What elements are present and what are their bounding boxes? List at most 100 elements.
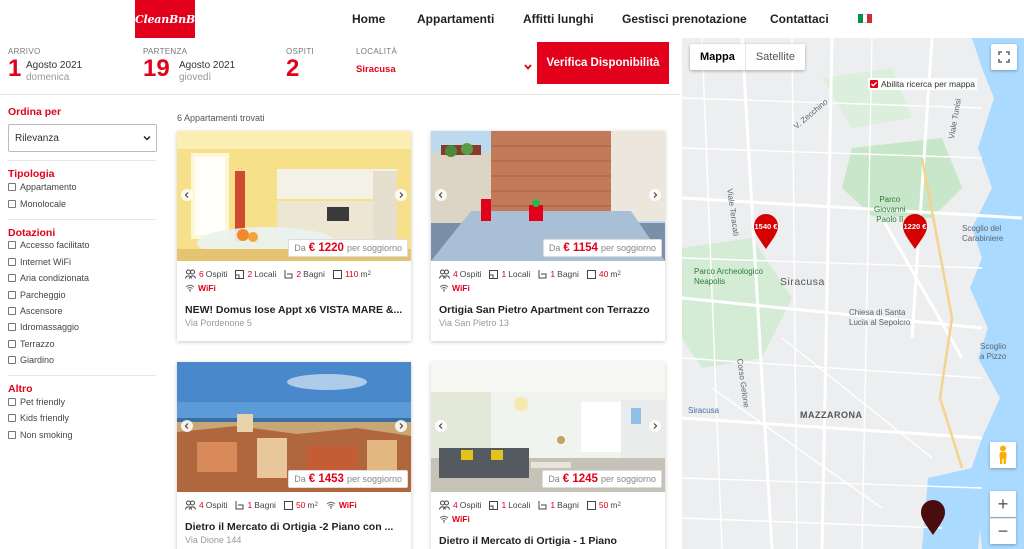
checkbox[interactable] (8, 200, 16, 208)
checkbox[interactable] (8, 274, 16, 282)
people-icon (439, 269, 450, 279)
zoom-out-button[interactable]: − (990, 518, 1016, 544)
checkbox[interactable] (8, 241, 16, 249)
price-pin-label: 1220 € (903, 222, 927, 231)
filter-aria-condizionata[interactable]: Aria condizionata (8, 273, 89, 283)
selected-pin[interactable] (920, 500, 946, 536)
rooms-feature: 1 Locali (489, 269, 530, 279)
checkbox[interactable] (8, 183, 16, 191)
price-suffix: per soggiorno (346, 243, 402, 253)
tab-satellite[interactable]: Satellite (744, 44, 805, 70)
fullscreen-button[interactable] (991, 44, 1017, 70)
price-pin[interactable]: 1540 € (753, 214, 779, 250)
italian-flag-icon[interactable] (858, 14, 873, 23)
listing-card[interactable]: Da € 1220 per soggiorno 6 Ospiti 2 Locali … (177, 131, 411, 341)
baths-count: 2 (296, 269, 302, 279)
filter-idromassaggio[interactable]: Idromassaggio (8, 322, 79, 332)
filter-appartamento[interactable]: Appartamento (8, 182, 77, 192)
checkbox[interactable] (8, 398, 16, 406)
tab-map[interactable]: Mappa (690, 44, 745, 70)
nav-home[interactable]: Home (352, 12, 385, 26)
wifi-label: WiFi (452, 514, 470, 524)
bathtub-icon (538, 501, 547, 510)
wifi-feature: WiFi (185, 283, 216, 293)
map-canvas[interactable] (682, 38, 1024, 549)
departure-day[interactable]: 19 (143, 57, 170, 81)
chevron-down-icon[interactable] (523, 62, 533, 72)
checkbox[interactable] (8, 431, 16, 439)
map-pin-icon (903, 214, 927, 249)
next-photo-button[interactable] (395, 189, 407, 201)
listing-card[interactable]: Da € 1245 per soggiorno 4 Ospiti 1 Locali … (431, 362, 665, 549)
location-select[interactable]: Siracusa (356, 64, 396, 75)
wifi-icon (439, 515, 449, 523)
people-icon (439, 500, 450, 510)
wifi-label: WiFi (338, 500, 357, 510)
filter-giardino[interactable]: Giardino (8, 355, 54, 365)
nav-contattaci[interactable]: Contattaci (770, 12, 829, 26)
listing-card[interactable]: Da € 1154 per soggiorno 4 Ospiti 1 Locali … (431, 131, 665, 341)
nav-gestisci-prenotazione[interactable]: Gestisci prenotazione (622, 12, 747, 26)
checkbox-checked-icon[interactable] (870, 80, 878, 88)
map-panel[interactable]: Mappa Satellite Abilita ricerca per mapp… (682, 38, 1024, 549)
checkbox[interactable] (8, 414, 16, 422)
baths-label: Bagni (557, 500, 579, 510)
checkbox[interactable] (8, 340, 16, 348)
checkbox[interactable] (8, 323, 16, 331)
guests-label: Ospiti (205, 500, 228, 510)
divider (0, 94, 680, 95)
rooms-label: Locali (254, 269, 277, 279)
filter-ascensore[interactable]: Ascensore (8, 306, 63, 316)
prev-photo-button[interactable] (435, 189, 447, 201)
cleanbnb-logo[interactable]: CleanBnB (135, 0, 195, 38)
divider (8, 375, 156, 376)
listing-title[interactable]: NEW! Domus Iose Appt x6 VISTA MARE &... (185, 304, 405, 316)
results-count: 6 Appartamenti trovati (177, 113, 265, 123)
location-label: LOCALITÀ (356, 47, 398, 56)
prev-photo-button[interactable] (181, 189, 193, 201)
prev-photo-button[interactable] (435, 420, 447, 432)
departure-month[interactable]: Agosto 2021 (179, 60, 235, 71)
listing-card[interactable]: Da € 1453 per soggiorno 4 Ospiti 1 Bagni 5… (177, 362, 411, 549)
size-unit-sup: 2 (617, 271, 621, 277)
area-icon (586, 500, 596, 510)
street-view-button[interactable] (990, 442, 1016, 468)
filter-pet-friendly[interactable]: Pet friendly (8, 397, 65, 407)
checkbox[interactable] (8, 258, 16, 266)
checkbox[interactable] (8, 307, 16, 315)
next-photo-button[interactable] (395, 420, 407, 432)
checkbox[interactable] (8, 291, 16, 299)
arrival-month[interactable]: Agosto 2021 (26, 60, 82, 71)
size-value: 110 (344, 269, 359, 279)
filter-non-smoking[interactable]: Non smoking (8, 430, 73, 440)
listing-title[interactable]: Dietro il Mercato di Ortigia - 1 Piano (439, 535, 659, 547)
zoom-in-button[interactable]: + (990, 491, 1016, 517)
map-label-chiesa: Chiesa di Santa Lucia al Sepolcro (849, 308, 911, 327)
price-badge: Da € 1154 per soggiorno (542, 239, 662, 257)
checkbox[interactable] (8, 356, 16, 364)
sort-select[interactable]: Rilevanza (8, 124, 157, 152)
chevron-right-icon (653, 192, 658, 198)
nav-affitti-lunghi[interactable]: Affitti lunghi (523, 12, 594, 26)
nav-appartamenti[interactable]: Appartamenti (417, 12, 494, 26)
price-badge: Da € 1220 per soggiorno (288, 239, 408, 257)
arrival-day[interactable]: 1 (8, 57, 21, 81)
prev-photo-button[interactable] (181, 420, 193, 432)
sort-selected-value: Rilevanza (15, 132, 59, 144)
wifi-feature: WiFi (439, 514, 470, 524)
price-pin[interactable]: 1220 € (902, 214, 928, 250)
filter-kids-friendly[interactable]: Kids friendly (8, 413, 69, 423)
filter-internet-wifi[interactable]: Internet WiFi (8, 257, 71, 267)
next-photo-button[interactable] (649, 420, 661, 432)
next-photo-button[interactable] (649, 189, 661, 201)
verify-availability-button[interactable]: Verifica Disponibilità (537, 42, 669, 84)
filter-accesso-facilitato[interactable]: Accesso facilitato (8, 240, 90, 250)
filter-terrazzo[interactable]: Terrazzo (8, 339, 55, 349)
map-label-scoglio: Scoglio del Carabiniere (962, 224, 1004, 243)
listing-title[interactable]: Dietro il Mercato di Ortigia -2 Piano co… (185, 521, 405, 533)
filter-monolocale[interactable]: Monolocale (8, 199, 66, 209)
guests-value[interactable]: 2 (286, 57, 299, 81)
filter-parcheggio[interactable]: Parcheggio (8, 290, 66, 300)
listing-title[interactable]: Ortigia San Pietro Apartment con Terrazz… (439, 304, 659, 316)
search-on-map-toggle[interactable]: Abilita ricerca per mappa (868, 78, 978, 90)
